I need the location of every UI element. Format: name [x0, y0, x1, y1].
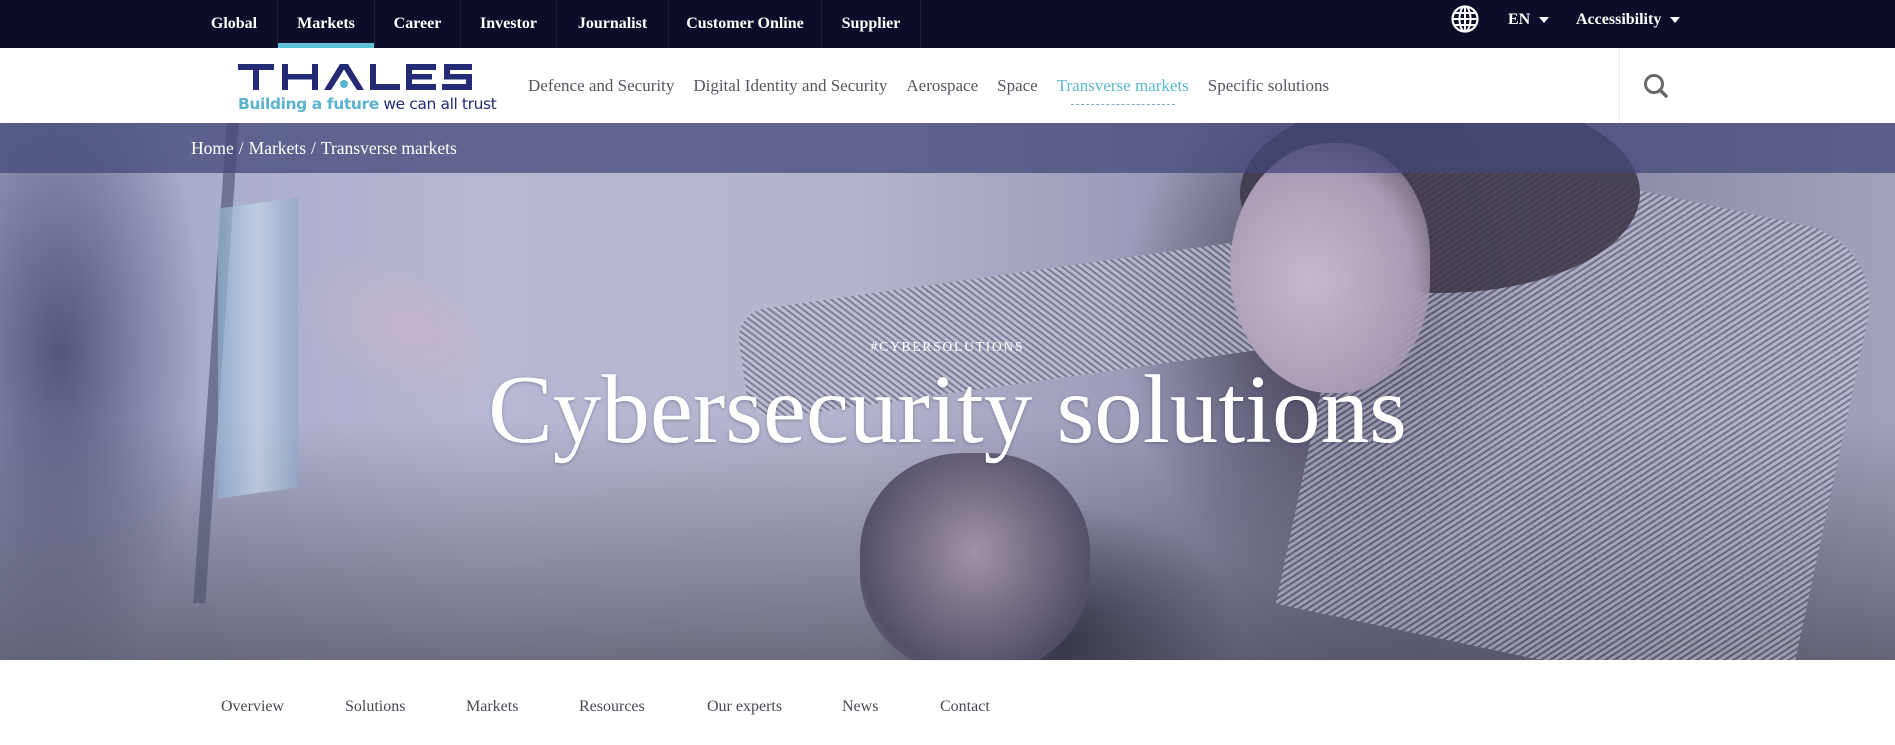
- accessibility-menu[interactable]: Accessibility: [1576, 0, 1681, 40]
- topbar-link-supplier[interactable]: Supplier: [822, 0, 921, 48]
- nav-aerospace[interactable]: Aerospace: [906, 76, 978, 96]
- nav-digital-identity-and-security[interactable]: Digital Identity and Security: [693, 76, 887, 96]
- subnav-resources[interactable]: Resources: [579, 698, 645, 716]
- logo-tagline: Building a future we can all trust: [238, 95, 497, 113]
- breadcrumb: Home / Markets / Transverse markets: [191, 123, 457, 173]
- section-navigation: Overview Solutions Markets Resources Our…: [0, 660, 1895, 745]
- language-selector[interactable]: EN: [1508, 0, 1550, 40]
- top-utility-bar: Global Markets Career Investor Journalis…: [0, 0, 1895, 48]
- subnav-solutions[interactable]: Solutions: [345, 698, 405, 716]
- nav-specific-solutions[interactable]: Specific solutions: [1208, 76, 1329, 96]
- topbar-link-customer-online[interactable]: Customer Online: [669, 0, 822, 48]
- topbar-link-journalist[interactable]: Journalist: [557, 0, 669, 48]
- breadcrumb-separator: /: [311, 137, 316, 158]
- main-navigation: Defence and Security Digital Identity an…: [528, 48, 1348, 123]
- logo-tagline-rest: we can all trust: [378, 95, 497, 113]
- topbar-link-investor[interactable]: Investor: [461, 0, 557, 48]
- nav-space[interactable]: Space: [997, 76, 1038, 96]
- breadcrumb-current: Transverse markets: [320, 137, 457, 158]
- hero-image-person-background: [860, 453, 1090, 660]
- thales-wordmark: [238, 64, 472, 90]
- hero-hashtag: #CYBERSOLUTIONS: [870, 339, 1025, 354]
- topbar-link-markets[interactable]: Markets: [278, 0, 375, 48]
- page-title: Cybersecurity solutions: [488, 356, 1407, 463]
- thales-logo[interactable]: Building a future we can all trust: [238, 61, 497, 115]
- breadcrumb-markets[interactable]: Markets: [249, 138, 306, 159]
- subnav-markets[interactable]: Markets: [466, 698, 518, 716]
- language-label: EN: [1508, 11, 1531, 28]
- subnav-our-experts[interactable]: Our experts: [707, 698, 782, 716]
- nav-defence-and-security[interactable]: Defence and Security: [528, 76, 674, 96]
- header-divider: [1619, 48, 1620, 123]
- subnav-overview[interactable]: Overview: [221, 698, 284, 716]
- nav-transverse-markets[interactable]: Transverse markets: [1057, 76, 1189, 105]
- globe-icon[interactable]: [1450, 4, 1480, 34]
- chevron-down-icon: [1539, 17, 1550, 23]
- topbar-link-global[interactable]: Global: [191, 0, 278, 48]
- accessibility-label: Accessibility: [1576, 11, 1662, 28]
- logo-tagline-highlight: Building a future: [238, 95, 379, 113]
- subnav-contact[interactable]: Contact: [940, 698, 990, 716]
- breadcrumb-separator: /: [238, 137, 244, 158]
- main-header: Building a future we can all trust Defen…: [0, 48, 1895, 123]
- chevron-down-icon: [1670, 17, 1681, 23]
- subnav-news[interactable]: News: [842, 698, 878, 716]
- hero-banner: Home / Markets / Transverse markets #CYB…: [0, 123, 1895, 660]
- breadcrumb-home[interactable]: Home: [191, 138, 234, 159]
- search-icon[interactable]: [1642, 72, 1670, 100]
- breadcrumb-bar: Home / Markets / Transverse markets: [0, 123, 1895, 173]
- topbar-link-career[interactable]: Career: [375, 0, 461, 48]
